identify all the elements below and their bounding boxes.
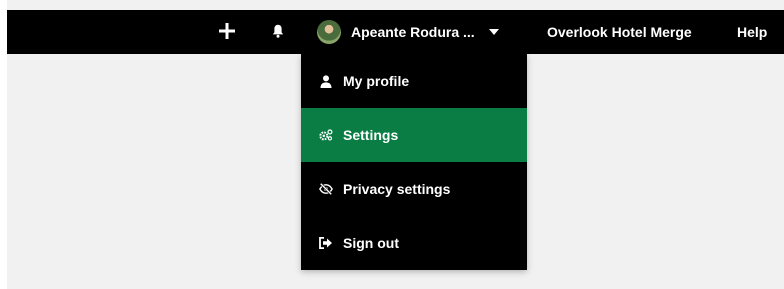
user-name: Apeante Rodura ...: [351, 24, 475, 40]
gears-icon: [319, 128, 333, 142]
help-link[interactable]: Help: [737, 10, 767, 54]
notifications-button[interactable]: [269, 10, 287, 54]
menu-item-label: My profile: [343, 73, 410, 89]
top-navigation-bar: Apeante Rodura ... Overlook Hotel Merge …: [7, 10, 784, 54]
sign-out-icon: [319, 236, 333, 250]
bell-icon: [272, 24, 284, 41]
menu-item-label: Sign out: [343, 235, 399, 251]
menu-item-privacy-settings[interactable]: Privacy settings: [301, 162, 527, 216]
caret-down-icon: [488, 29, 499, 35]
user-avatar: [317, 20, 341, 44]
user-dropdown-menu: My profile Settings Privacy settings Sig…: [301, 54, 527, 270]
plus-icon: [219, 22, 235, 42]
eye-slash-icon: [319, 182, 333, 196]
menu-item-label: Privacy settings: [343, 181, 451, 197]
menu-item-label: Settings: [343, 127, 399, 143]
person-icon: [319, 74, 333, 88]
add-button[interactable]: [215, 10, 239, 54]
menu-item-sign-out[interactable]: Sign out: [301, 216, 527, 270]
user-menu-toggle[interactable]: Apeante Rodura ...: [317, 10, 499, 54]
menu-item-settings[interactable]: Settings: [301, 108, 527, 162]
menu-item-my-profile[interactable]: My profile: [301, 54, 527, 108]
hotel-selector[interactable]: Overlook Hotel Merge: [547, 10, 692, 54]
